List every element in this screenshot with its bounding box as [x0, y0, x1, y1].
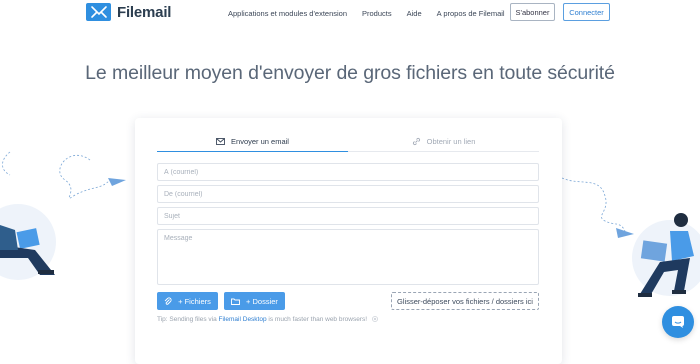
chat-widget-button[interactable]	[662, 306, 694, 338]
folder-icon	[231, 298, 240, 305]
add-files-label: + Fichiers	[178, 296, 211, 306]
file-dropzone[interactable]: Glisser-déposer vos fichiers / dossiers …	[391, 292, 539, 310]
filemail-desktop-link[interactable]: Filemail Desktop	[219, 316, 267, 323]
add-folder-label: + Dossier	[246, 296, 278, 306]
subscribe-button[interactable]: S'abonner	[510, 3, 555, 21]
tab-send-email[interactable]: Envoyer un email	[157, 132, 348, 152]
nav-help[interactable]: Aide	[407, 9, 422, 18]
form-tabs: Envoyer un email Obtenir un lien	[157, 132, 539, 152]
page-title: Le meilleur moyen d'envoyer de gros fich…	[85, 62, 615, 84]
tip-suffix: is much faster than web browsers!	[266, 316, 368, 323]
left-illustration	[0, 151, 126, 280]
add-files-button[interactable]: + Fichiers	[157, 292, 218, 310]
upload-form-card: Envoyer un email Obtenir un lien + Fichi…	[135, 118, 562, 364]
right-illustration	[561, 177, 700, 297]
nav-about[interactable]: A propos de Filemail	[437, 9, 505, 18]
chat-icon	[672, 316, 684, 328]
top-nav: Applications et modules d'extension Prod…	[228, 9, 520, 18]
sender-email-input[interactable]	[157, 185, 539, 203]
add-folder-button[interactable]: + Dossier	[224, 292, 285, 310]
nav-apps[interactable]: Applications et modules d'extension	[228, 9, 347, 18]
tip-prefix: Tip: Sending files via	[157, 316, 219, 323]
logo-text: Filemail	[117, 3, 172, 21]
close-icon[interactable]	[371, 316, 378, 323]
subject-input[interactable]	[157, 207, 539, 225]
recipient-email-input[interactable]	[157, 163, 539, 181]
tab-get-link-label: Obtenir un lien	[426, 137, 476, 146]
filemail-logo-icon	[86, 3, 111, 21]
tab-get-link[interactable]: Obtenir un lien	[348, 132, 539, 152]
link-icon	[412, 137, 420, 146]
tip-text: Tip: Sending files via Filemail Desktop …	[157, 316, 378, 323]
connect-button[interactable]: Connecter	[563, 3, 610, 21]
envelope-icon	[216, 138, 225, 145]
nav-products[interactable]: Products	[362, 9, 392, 18]
message-textarea[interactable]	[157, 229, 539, 285]
paperclip-icon	[164, 297, 172, 305]
tab-send-email-label: Envoyer un email	[231, 137, 289, 146]
filemail-logo[interactable]: Filemail	[86, 3, 171, 21]
